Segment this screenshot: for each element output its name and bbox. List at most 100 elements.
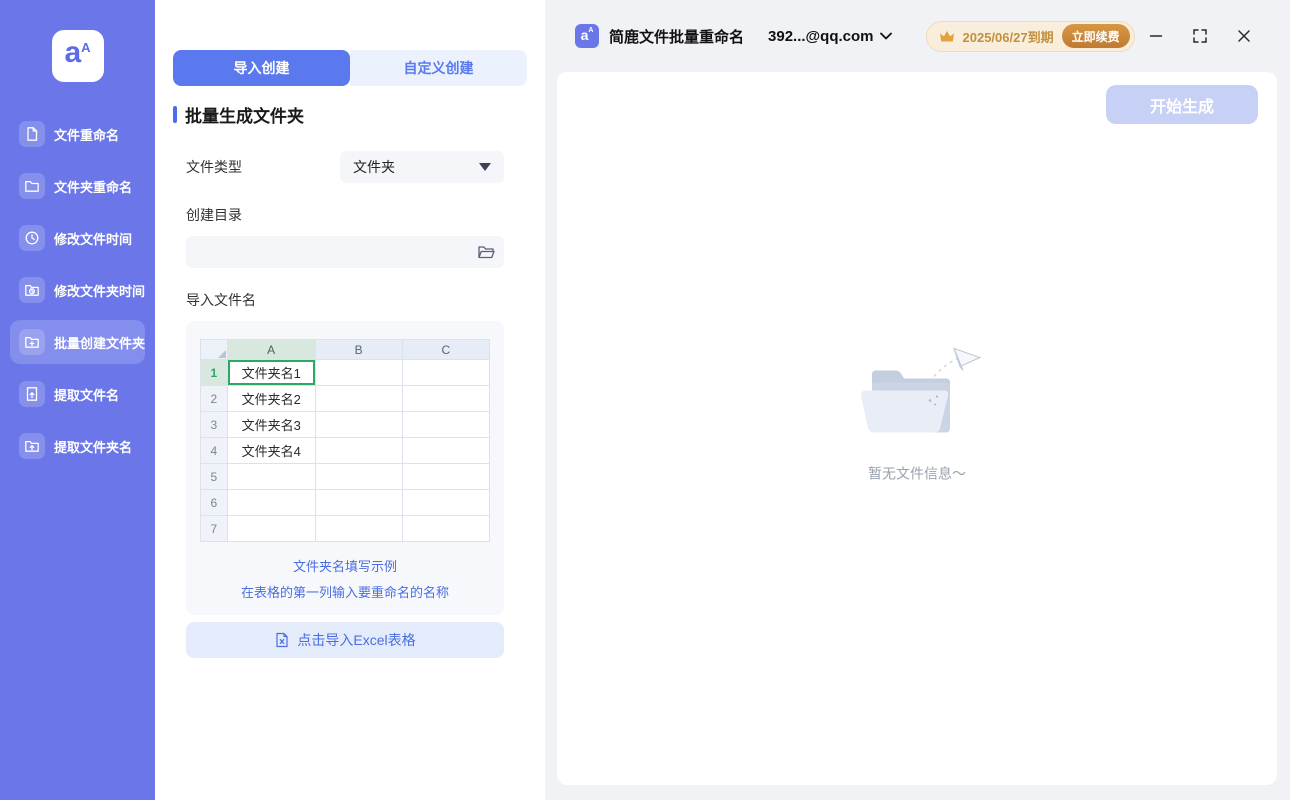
- settings-panel: 导入创建 自定义创建 批量生成文件夹 文件类型 文件夹 创建目录 导入文件名 A…: [155, 0, 545, 800]
- caret-down-icon: [479, 163, 491, 171]
- close-button[interactable]: [1234, 26, 1254, 46]
- cell-b6[interactable]: [314, 489, 403, 516]
- file-type-selected-value: 文件夹: [353, 159, 395, 175]
- row-header-3[interactable]: 3: [200, 411, 228, 438]
- sidebar-item-file-time[interactable]: 修改文件时间: [10, 216, 145, 260]
- tab-import-create[interactable]: 导入创建: [173, 50, 350, 86]
- select-all-cell[interactable]: [200, 339, 228, 360]
- folder-time-icon: [19, 277, 45, 303]
- folder-up-icon: [19, 433, 45, 459]
- crown-icon: [939, 30, 954, 41]
- cell-c6[interactable]: [401, 489, 491, 516]
- cell-a6[interactable]: [226, 489, 316, 516]
- cell-a7[interactable]: [226, 515, 316, 542]
- cell-b3[interactable]: [314, 411, 403, 438]
- excel-file-icon: [276, 632, 288, 648]
- file-type-label: 文件类型: [186, 159, 242, 175]
- column-header-b[interactable]: B: [314, 339, 403, 360]
- cell-a5[interactable]: [226, 463, 316, 490]
- create-dir-input[interactable]: [186, 236, 504, 268]
- example-link[interactable]: 文件夹名填写示例: [200, 556, 490, 575]
- column-header-c[interactable]: C: [401, 339, 491, 360]
- cell-c2[interactable]: [401, 385, 491, 412]
- window-controls: [1146, 26, 1254, 46]
- sidebar-item-label: 提取文件夹名: [54, 439, 133, 455]
- row-header-2[interactable]: 2: [200, 385, 228, 412]
- row-header-5[interactable]: 5: [200, 463, 228, 490]
- fullscreen-icon: [1193, 29, 1207, 43]
- cell-b1[interactable]: [314, 359, 403, 386]
- sheet-row: 7: [200, 515, 491, 542]
- cell-a4[interactable]: 文件夹名4: [226, 437, 316, 464]
- tab-custom-create[interactable]: 自定义创建: [350, 50, 527, 86]
- cell-b4[interactable]: [314, 437, 403, 464]
- minimize-button[interactable]: [1146, 26, 1166, 46]
- app-logo: a A: [51, 30, 104, 82]
- sidebar: a A 文件重命名 文件夹重命名 修改文件时间 修改文件夹时间 批量创建文件夹 …: [0, 0, 155, 800]
- row-header-1[interactable]: 1: [200, 359, 228, 386]
- titlebar: a A 简鹿文件批量重命名 392...@qq.com 2025/06/27到期…: [545, 0, 1290, 72]
- cell-c7[interactable]: [401, 515, 491, 542]
- browse-folder-button[interactable]: [477, 243, 495, 261]
- create-dir-row: 创建目录: [186, 205, 504, 268]
- start-generate-button[interactable]: 开始生成: [1106, 85, 1258, 124]
- sheet-row: 4 文件夹名4: [200, 437, 491, 464]
- renew-button[interactable]: 立即续费: [1061, 24, 1130, 48]
- create-form: 文件类型 文件夹 创建目录 导入文件名 A B C 1 文件夹名1 2 文件夹名…: [186, 151, 504, 658]
- folder-rename-icon: [19, 173, 45, 199]
- import-filename-row: 导入文件名: [186, 290, 504, 310]
- logo-letter-small: A: [81, 40, 91, 55]
- account-menu-button[interactable]: 392...@qq.com: [768, 28, 892, 45]
- sidebar-item-folder-rename[interactable]: 文件夹重命名: [10, 164, 145, 208]
- mini-logo-letter: a: [580, 27, 589, 43]
- cell-b7[interactable]: [314, 515, 403, 542]
- file-type-row: 文件类型 文件夹: [186, 151, 504, 183]
- cell-a1[interactable]: 文件夹名1: [226, 359, 316, 386]
- file-rename-icon: [19, 121, 45, 147]
- file-up-icon: [19, 381, 45, 407]
- cell-c1[interactable]: [401, 359, 491, 386]
- row-header-7[interactable]: 7: [200, 515, 228, 542]
- sidebar-item-folder-time[interactable]: 修改文件夹时间: [10, 268, 145, 312]
- minimize-icon: [1149, 35, 1163, 37]
- app-window: a A 文件重命名 文件夹重命名 修改文件时间 修改文件夹时间 批量创建文件夹 …: [0, 0, 1290, 800]
- cell-c4[interactable]: [401, 437, 491, 464]
- empty-folder-illustration: [860, 347, 982, 433]
- row-header-6[interactable]: 6: [200, 489, 228, 516]
- sidebar-item-batch-create-folder[interactable]: 批量创建文件夹: [10, 320, 145, 364]
- sheet-row: 1 文件夹名1: [200, 359, 491, 386]
- sidebar-menu: 文件重命名 文件夹重命名 修改文件时间 修改文件夹时间 批量创建文件夹 提取文件…: [0, 104, 155, 476]
- import-excel-label: 点击导入Excel表格: [297, 632, 416, 648]
- page-title: 批量生成文件夹: [185, 107, 304, 126]
- cell-b5[interactable]: [314, 463, 403, 490]
- empty-state: 暂无文件信息～: [842, 345, 992, 484]
- section-title-row: 批量生成文件夹: [173, 102, 527, 127]
- create-dir-input-wrap: [186, 236, 504, 268]
- column-header-a[interactable]: A: [226, 339, 316, 360]
- sheet-row: 5: [200, 463, 491, 490]
- row-header-4[interactable]: 4: [200, 437, 228, 464]
- sidebar-item-label: 批量创建文件夹: [54, 335, 146, 351]
- window-title: 简鹿文件批量重命名: [609, 28, 745, 46]
- fullscreen-button[interactable]: [1190, 26, 1210, 46]
- sheet-row: 6: [200, 489, 491, 516]
- spreadsheet: A B C 1 文件夹名1 2 文件夹名2 3 文件夹名3 4 文件夹名4 5 …: [200, 339, 491, 542]
- sidebar-item-extract-foldername[interactable]: 提取文件夹名: [10, 424, 145, 468]
- sidebar-item-label: 修改文件夹时间: [54, 283, 146, 299]
- sidebar-item-extract-filename[interactable]: 提取文件名: [10, 372, 145, 416]
- cell-b2[interactable]: [314, 385, 403, 412]
- sheet-row: 2 文件夹名2: [200, 385, 491, 412]
- logo-letter: a: [64, 36, 82, 69]
- cell-a2[interactable]: 文件夹名2: [226, 385, 316, 412]
- sidebar-item-file-rename[interactable]: 文件重命名: [10, 112, 145, 156]
- cell-c3[interactable]: [401, 411, 491, 438]
- import-excel-button[interactable]: 点击导入Excel表格: [186, 622, 504, 658]
- folder-plus-icon: [19, 329, 45, 355]
- result-card: 开始生成 暂无文件信息～: [557, 72, 1277, 785]
- file-type-select[interactable]: 文件夹: [340, 151, 504, 183]
- sidebar-item-label: 修改文件时间: [54, 231, 133, 247]
- folder-open-icon: [478, 246, 495, 259]
- cell-c5[interactable]: [401, 463, 491, 490]
- cell-a3[interactable]: 文件夹名3: [226, 411, 316, 438]
- sidebar-item-label: 文件重命名: [54, 127, 120, 143]
